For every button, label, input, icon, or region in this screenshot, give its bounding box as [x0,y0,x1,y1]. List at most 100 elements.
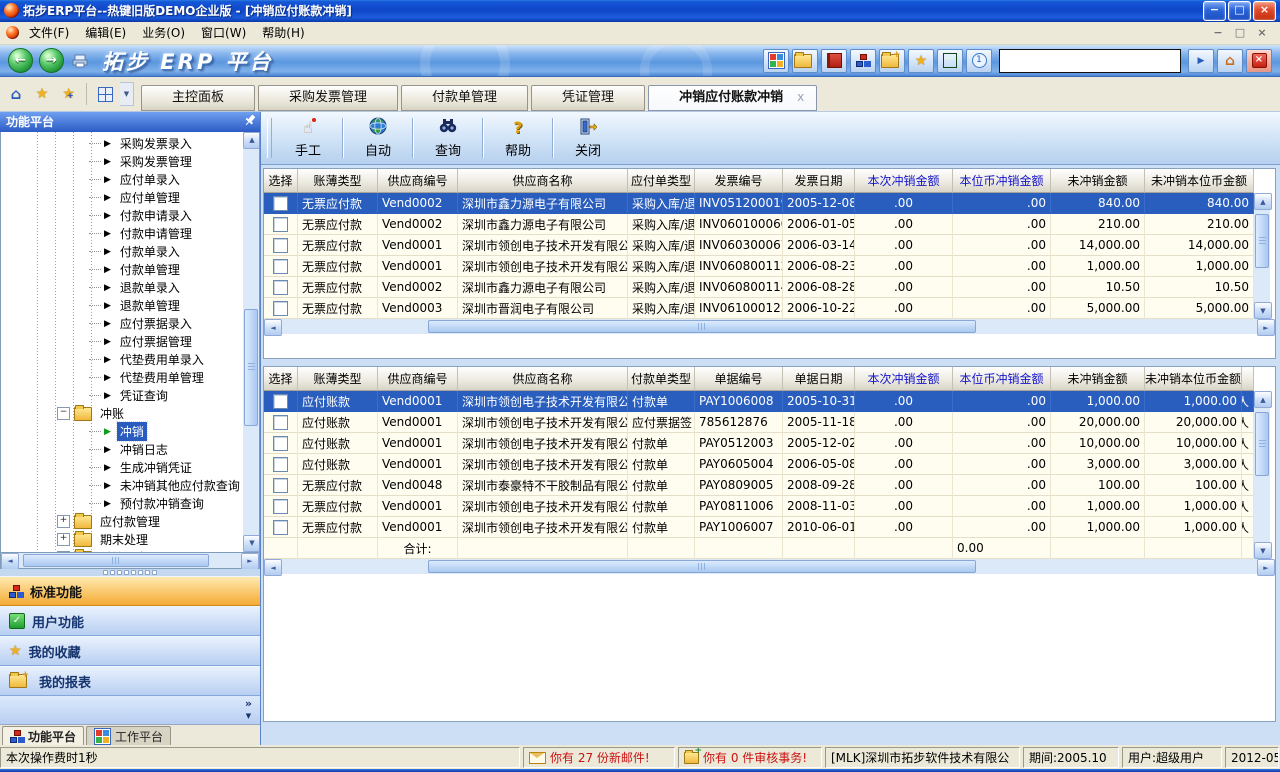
tree-item-16[interactable]: ▶冲销 [1,423,243,441]
column-header-0[interactable]: 选择 [264,169,298,193]
sidebar-tab-1[interactable]: 工作平台 [86,726,171,745]
column-header-6[interactable]: 发票日期 [783,169,855,193]
exit-door-button[interactable]: 关闭 [556,114,620,162]
hand-button[interactable]: ☝手工 [276,114,340,162]
tree-item-9[interactable]: ▶退款单管理 [1,297,243,315]
table-row[interactable]: 无票应付款Vend0002深圳市鑫力源电子有限公司采购入库/退INV051200… [264,193,1254,214]
column-header-9[interactable]: 未冲销金额 [1051,169,1145,193]
grid-horizontal-scrollbar[interactable]: ◄► [264,559,1275,574]
tab-1[interactable]: 采购发票管理 [258,85,398,111]
column-header-3[interactable]: 供应商名称 [458,169,628,193]
row-checkbox[interactable] [273,301,288,316]
globe-button[interactable]: 自动 [346,114,410,162]
tree-item-18[interactable]: ▶生成冲销凭证 [1,459,243,477]
tab-3[interactable]: 凭证管理 [531,85,645,111]
tree-item-15[interactable]: −冲账 [1,405,243,423]
forward-icon[interactable]: → [39,48,64,73]
scroll-thumb[interactable] [23,554,209,567]
menu-item-2[interactable]: 业务(O) [134,22,193,43]
column-header-1[interactable]: 账薄类型 [298,169,378,193]
row-checkbox[interactable] [273,499,288,514]
scroll-track[interactable] [243,149,259,535]
minimize-button[interactable]: − [1203,1,1226,21]
column-header-2[interactable]: 供应商编号 [378,367,458,391]
column-header-8[interactable]: 本位币冲销金额 [953,169,1051,193]
tree-item-7[interactable]: ▶付款单管理 [1,261,243,279]
scroll-left-icon[interactable]: ◄ [264,559,282,576]
menu-item-4[interactable]: 帮助(H) [254,22,312,43]
scroll-right-icon[interactable]: ► [241,553,259,570]
tree-item-12[interactable]: ▶代垫费用单录入 [1,351,243,369]
column-header-9[interactable]: 未冲销金额 [1051,367,1145,391]
layout-dropdown-icon[interactable]: ▼ [120,82,134,106]
scroll-down-icon[interactable]: ▼ [243,535,260,552]
table-row[interactable]: 无票应付款Vend0048深圳市泰豪特不干胶制品有限公付款单PAY0809005… [264,475,1254,496]
table-row[interactable]: 无票应付款Vend0002深圳市鑫力源电子有限公司采购入库/退INV060100… [264,214,1254,235]
tree-vertical-scrollbar[interactable]: ▲ ▼ [243,132,259,552]
export-folder-icon-button[interactable] [792,49,818,73]
column-header-0[interactable]: 选择 [264,367,298,391]
row-checkbox[interactable] [273,457,288,472]
tree-item-0[interactable]: ▶采购发票录入 [1,135,243,153]
tree-item-19[interactable]: ▶未冲销其他应付款查询 [1,477,243,495]
favorite-star-icon[interactable]: ★ [30,82,54,106]
menu-item-3[interactable]: 窗口(W) [193,22,254,43]
scroll-up-icon[interactable]: ▲ [1254,391,1272,408]
run-icon[interactable]: ▶ [1188,49,1214,73]
tab-4[interactable]: 冲销应付账款冲销x [648,85,817,111]
sidebar-panel-3[interactable]: +我的报表 [0,666,260,696]
scroll-left-icon[interactable]: ◄ [1,553,19,570]
reminder-icon-button[interactable]: 1 [966,49,992,73]
add-favorite-icon[interactable]: ★+ [56,82,80,106]
table-row[interactable]: 无票应付款Vend0001深圳市领创电子技术开发有限公付款单PAY1006007… [264,517,1254,538]
workspace-icon-button[interactable] [763,49,789,73]
table-row[interactable]: 无票应付款Vend0001深圳市领创电子技术开发有限公采购入库/退INV0608… [264,256,1254,277]
scroll-track[interactable] [282,319,1257,334]
close-tab-icon[interactable]: x [797,90,804,104]
grid-vertical-scrollbar[interactable]: ▲▼ [1254,193,1270,319]
exit-icon[interactable]: × [1246,49,1272,73]
tab-2[interactable]: 付款单管理 [401,85,528,111]
tree-horizontal-scrollbar[interactable]: ◄ ► [0,553,260,569]
audit-tasks-status[interactable]: 你有 0 件审核事务! [678,747,822,768]
row-checkbox[interactable] [273,196,288,211]
scroll-thumb[interactable] [1255,214,1269,268]
home-icon[interactable]: ⌂ [4,82,28,106]
tree-item-2[interactable]: ▶应付单录入 [1,171,243,189]
scroll-left-icon[interactable]: ◄ [264,319,282,336]
restore-button[interactable]: □ [1228,1,1251,21]
new-mail-status[interactable]: 你有 27 份新邮件! [523,747,675,768]
splitter-handle[interactable] [0,569,260,577]
scroll-track[interactable] [1254,210,1270,302]
scroll-thumb[interactable] [428,320,976,333]
sidebar-panel-0[interactable]: 标准功能 [0,576,260,606]
table-row[interactable]: 无票应付款Vend0001深圳市领创电子技术开发有限公采购入库/退INV0603… [264,235,1254,256]
tree-item-20[interactable]: ▶预付款冲销查询 [1,495,243,513]
column-header-7[interactable]: 本次冲销金额 [855,169,953,193]
home-icon-mini[interactable]: ⌂ [1217,49,1243,73]
scroll-up-icon[interactable]: ▲ [243,132,260,149]
close-button[interactable]: × [1253,1,1276,21]
column-header-8[interactable]: 本位币冲销金额 [953,367,1051,391]
more-panels-icon[interactable]: »▼ [245,698,252,722]
scroll-track[interactable] [19,553,241,568]
column-header-10[interactable]: 未冲销本位币金额 [1145,169,1254,193]
row-checkbox[interactable] [273,238,288,253]
archive-icon-button[interactable] [937,49,963,73]
binoculars-button[interactable]: 查询 [416,114,480,162]
tree-item-4[interactable]: ▶付款申请录入 [1,207,243,225]
tree-item-13[interactable]: ▶代垫费用单管理 [1,369,243,387]
scroll-thumb[interactable] [244,309,258,426]
row-checkbox[interactable] [273,280,288,295]
column-header-10[interactable]: 未冲销本位币金额 [1145,367,1242,391]
column-header-7[interactable]: 本次冲销金额 [855,367,953,391]
column-header-1[interactable]: 账薄类型 [298,367,378,391]
column-header-6[interactable]: 单据日期 [783,367,855,391]
column-header-4[interactable]: 应付单类型 [628,169,695,193]
grid-horizontal-scrollbar[interactable]: ◄► [264,319,1275,334]
row-checkbox[interactable] [273,436,288,451]
mdi-minimize-button[interactable]: − [1210,26,1226,39]
column-header-5[interactable]: 发票编号 [695,169,783,193]
favorite-star-icon-button[interactable]: ★ [908,49,934,73]
scroll-up-icon[interactable]: ▲ [1254,193,1272,210]
